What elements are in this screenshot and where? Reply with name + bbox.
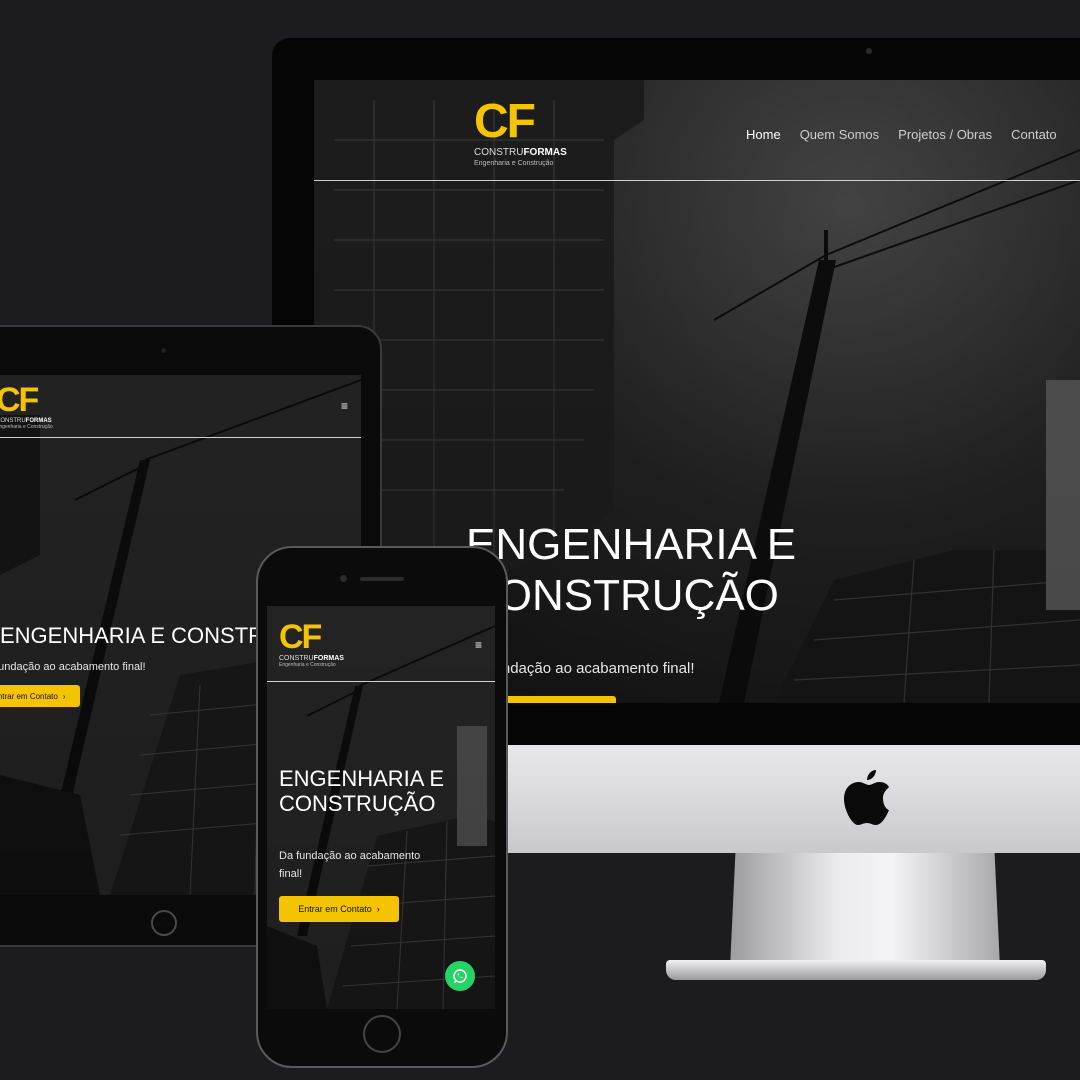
chevron-right-icon: › (62, 691, 66, 701)
logo-tagline: Engenharia e Construção (0, 424, 53, 430)
desktop-nav-divider (314, 180, 1080, 181)
tablet-home-button[interactable] (151, 910, 177, 936)
phone-website: CF CONSTRUFORMAS Engenharia e Construção… (267, 606, 495, 1009)
monitor-stand-neck (730, 853, 1000, 968)
desktop-hero-title: ENGENHARIA E CONSTRUÇÃO (466, 520, 796, 621)
monitor-camera (866, 48, 872, 54)
nav-item-quem-somos[interactable]: Quem Somos (800, 127, 879, 142)
desktop-nav: Home Quem Somos Projetos / Obras Contato (746, 127, 1057, 142)
apple-icon (844, 770, 889, 825)
logo-mark: CF (279, 618, 322, 656)
phone-hero-subtitle: Da fundação ao acabamento final! (279, 848, 420, 883)
logo-name: CONSTRUFORMAS (279, 655, 344, 662)
phone-home-button[interactable] (363, 1015, 401, 1053)
tablet-camera (161, 348, 166, 353)
tablet-logo[interactable]: CF CONSTRUFORMAS Engenharia e Construção (0, 383, 53, 430)
hero-title-line-2: CONSTRUÇÃO (279, 791, 436, 817)
tablet-menu-icon[interactable]: ≡ (341, 399, 348, 413)
nav-item-home[interactable]: Home (746, 127, 781, 142)
phone-camera (340, 575, 347, 582)
logo-name: CONSTRUFORMAS (474, 147, 567, 158)
desktop-logo[interactable]: CF CONSTRUFORMAS Engenharia e Construção (474, 95, 567, 168)
monitor-stand-foot (666, 960, 1046, 980)
whatsapp-glyph (453, 969, 467, 984)
nav-item-contato[interactable]: Contato (1011, 127, 1057, 142)
phone-cta-button[interactable]: Entrar em Contato › (279, 896, 399, 922)
logo-tagline: Engenharia e Construção (474, 160, 554, 167)
hero-title-line-2: CONSTRUÇÃO (466, 570, 779, 620)
phone-logo[interactable]: CF CONSTRUFORMAS Engenharia e Construção (279, 620, 344, 668)
logo-mark: CF (474, 95, 536, 148)
tablet-cta-button[interactable]: Entrar em Contato › (0, 685, 80, 707)
cta-label: Entrar em Contato (0, 691, 58, 701)
phone-menu-icon[interactable]: ≡ (475, 638, 482, 652)
whatsapp-icon[interactable] (445, 961, 475, 991)
cta-label: Entrar em Contato (298, 904, 372, 914)
chevron-right-icon: › (376, 904, 380, 914)
phone-speaker (360, 577, 404, 581)
phone-nav-divider (267, 681, 495, 682)
tablet-nav-divider (0, 437, 361, 438)
hero-title-line-1: ENGENHARIA E (279, 766, 445, 791)
hero-subtitle-line-1: Da fundação ao acabamento (279, 850, 421, 862)
hero-subtitle-line-2: final! (279, 867, 303, 880)
logo-tagline: Engenharia e Construção (279, 662, 336, 668)
nav-item-projetos-obras[interactable]: Projetos / Obras (898, 127, 992, 142)
hero-title-line-1: ENGENHARIA E (466, 520, 797, 569)
phone-hero-title: ENGENHARIA E CONSTRUÇÃO (279, 766, 444, 817)
tablet-hero-subtitle: Da fundação ao acabamento final! (0, 661, 146, 673)
logo-mark: CF (0, 381, 39, 419)
